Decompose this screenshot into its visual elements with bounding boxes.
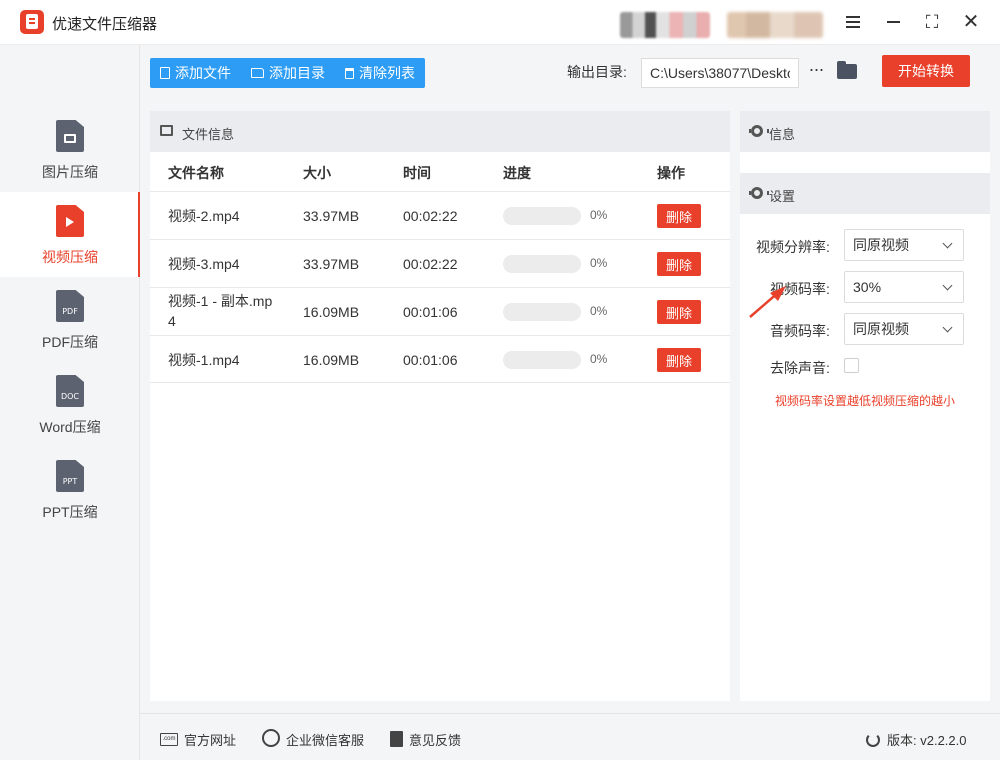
image-file-icon — [56, 120, 84, 152]
add-folder-label: 添加目录 — [269, 65, 325, 81]
app-title: 优速文件压缩器 — [52, 16, 158, 33]
wechat-support-link[interactable]: 企业微信客服 — [262, 729, 365, 749]
table-row: 视频-1 - 副本.mp4 16.09MB 00:01:06 0% 删除 — [150, 287, 730, 335]
progress-percent: 0% — [590, 256, 608, 270]
file-info-title: 文件信息 — [182, 127, 235, 142]
sidebar-item-word-compress[interactable]: DOC Word压缩 — [0, 375, 140, 460]
progress-percent: 0% — [590, 208, 608, 222]
website-label: 官方网址 — [184, 733, 237, 748]
sidebar-item-video-compress[interactable]: 视频压缩 — [0, 192, 140, 277]
table-row: 视频-2.mp4 33.97MB 00:02:22 0% 删除 — [150, 191, 730, 239]
official-website-link[interactable]: .com 官方网址 — [160, 730, 236, 749]
output-dir-input[interactable] — [641, 58, 799, 88]
file-name: 视频-1 - 副本.mp4 — [168, 293, 273, 329]
column-header-name: 文件名称 — [168, 165, 224, 181]
open-folder-icon[interactable] — [837, 61, 857, 79]
file-duration: 00:02:22 — [403, 256, 458, 272]
progress-bar — [503, 351, 581, 369]
pdf-file-icon: PDF — [56, 290, 84, 322]
app-logo-icon — [20, 10, 44, 34]
more-options-icon[interactable]: ··· — [806, 59, 826, 83]
title-bar: 优速文件压缩器 ⛶ ✕ — [0, 0, 1000, 45]
file-button-group: 添加文件 添加目录 清除列表 — [150, 58, 425, 88]
file-size: 16.09MB — [303, 304, 360, 320]
progress-bar — [503, 207, 581, 225]
start-convert-button[interactable]: 开始转换 — [882, 55, 970, 87]
blurred-account-info — [727, 12, 823, 38]
file-size: 16.09MB — [303, 352, 360, 368]
wechat-icon — [262, 729, 280, 747]
doc-file-icon: DOC — [56, 375, 84, 407]
file-size: 33.97MB — [303, 208, 360, 224]
add-folder-button[interactable]: 添加目录 — [241, 58, 335, 88]
ppt-file-icon: PPT — [56, 460, 84, 492]
delete-button[interactable]: 删除 — [657, 204, 701, 228]
maximize-icon[interactable]: ⛶ — [919, 10, 945, 34]
output-dir-label: 输出目录: — [567, 64, 627, 80]
footer-bar: .com 官方网址 企业微信客服 意见反馈 版本: v2.2.2.0 — [140, 713, 1000, 760]
file-duration: 00:02:22 — [403, 208, 458, 224]
sidebar-item-label: PDF压缩 — [42, 334, 98, 350]
blurred-user-info — [620, 12, 710, 38]
settings-panel: 信息 设置 视频分辨率: 同原视频 视频码率: 30% 音频码率: 同原视频 去… — [740, 111, 990, 701]
website-icon: .com — [160, 733, 178, 746]
clear-list-label: 清除列表 — [359, 65, 415, 81]
trash-icon — [345, 67, 354, 79]
delete-button[interactable]: 删除 — [657, 348, 701, 372]
annotation-arrow-icon — [749, 286, 786, 318]
column-header-progress: 进度 — [503, 165, 531, 181]
file-icon — [160, 67, 170, 79]
wechat-label: 企业微信客服 — [286, 733, 365, 748]
minimize-icon[interactable] — [880, 10, 906, 34]
feedback-label: 意见反馈 — [409, 733, 462, 748]
sidebar: 图片压缩 视频压缩 PDF PDF压缩 DOC Word压缩 PPT PPT压缩 — [0, 45, 140, 760]
delete-button[interactable]: 删除 — [657, 252, 701, 276]
feedback-link[interactable]: 意见反馈 — [390, 730, 461, 749]
version-info: 版本: v2.2.2.0 — [866, 730, 966, 749]
video-file-icon — [56, 205, 84, 237]
clear-list-button[interactable]: 清除列表 — [335, 58, 425, 88]
feedback-icon — [390, 730, 403, 747]
bitrate-hint-text: 视频码率设置越低视频压缩的越小 — [774, 394, 955, 408]
refresh-icon[interactable] — [866, 732, 880, 747]
file-info-header: 文件信息 — [150, 111, 730, 152]
file-duration: 00:01:06 — [403, 304, 458, 320]
column-header-action: 操作 — [657, 165, 685, 181]
file-duration: 00:01:06 — [403, 352, 458, 368]
add-file-label: 添加文件 — [175, 65, 231, 81]
sidebar-item-pdf-compress[interactable]: PDF PDF压缩 — [0, 290, 140, 375]
progress-bar — [503, 255, 581, 273]
file-name: 视频-2.mp4 — [168, 208, 240, 224]
table-row: 视频-1.mp4 16.09MB 00:01:06 0% 删除 — [150, 335, 730, 383]
sidebar-item-label: 视频压缩 — [42, 249, 98, 265]
image-icon — [160, 125, 173, 136]
sidebar-item-label: PPT压缩 — [42, 504, 98, 520]
toolbar: 添加文件 添加目录 清除列表 输出目录: ··· 开始转换 — [140, 45, 1000, 101]
file-size: 33.97MB — [303, 256, 360, 272]
close-icon[interactable]: ✕ — [958, 10, 984, 34]
table-row: 视频-3.mp4 33.97MB 00:02:22 0% 删除 — [150, 239, 730, 287]
progress-percent: 0% — [590, 304, 608, 318]
folder-icon — [251, 68, 264, 78]
column-header-size: 大小 — [303, 165, 331, 181]
add-file-button[interactable]: 添加文件 — [150, 58, 241, 88]
menu-icon[interactable] — [840, 10, 866, 34]
sidebar-item-label: 图片压缩 — [42, 164, 98, 180]
file-info-panel: 文件信息 文件名称 大小 时间 进度 操作 视频-2.mp4 33.97MB 0… — [150, 111, 730, 701]
progress-percent: 0% — [590, 352, 608, 366]
file-name: 视频-1.mp4 — [168, 352, 240, 368]
version-label: 版本: v2.2.2.0 — [887, 733, 967, 748]
progress-bar — [503, 303, 581, 321]
file-name: 视频-3.mp4 — [168, 256, 240, 272]
sidebar-item-ppt-compress[interactable]: PPT PPT压缩 — [0, 460, 140, 545]
delete-button[interactable]: 删除 — [657, 300, 701, 324]
sidebar-item-label: Word压缩 — [39, 419, 101, 435]
column-header-time: 时间 — [403, 165, 431, 181]
